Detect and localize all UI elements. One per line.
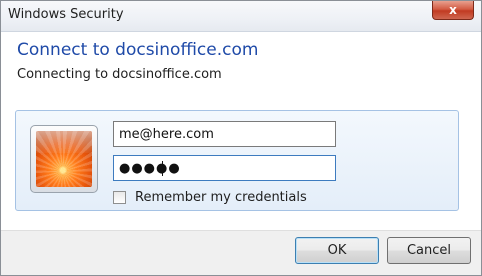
title-bar: Windows Security x (1, 1, 481, 32)
username-input[interactable] (113, 121, 336, 147)
user-tile-frame (30, 125, 98, 193)
close-button[interactable]: x (432, 1, 474, 20)
ok-button[interactable]: OK (295, 237, 379, 264)
cancel-button[interactable]: Cancel (387, 237, 471, 264)
credential-tile[interactable]: ●●●●● Remember my credentials (15, 110, 459, 211)
dialog-subheading: Connecting to docsinoffice.com (17, 67, 222, 82)
close-icon: x (449, 3, 457, 17)
window-title: Windows Security (8, 7, 124, 22)
button-bar: OK Cancel (1, 230, 481, 275)
text-caret (162, 161, 163, 176)
dialog-heading: Connect to docsinoffice.com (17, 40, 259, 60)
user-tile-icon (36, 131, 92, 187)
security-dialog: Windows Security x Connect to docsinoffi… (0, 0, 482, 276)
password-input[interactable] (113, 155, 336, 181)
remember-label: Remember my credentials (135, 189, 307, 205)
remember-checkbox[interactable] (113, 190, 126, 204)
remember-row[interactable]: Remember my credentials (113, 189, 307, 205)
